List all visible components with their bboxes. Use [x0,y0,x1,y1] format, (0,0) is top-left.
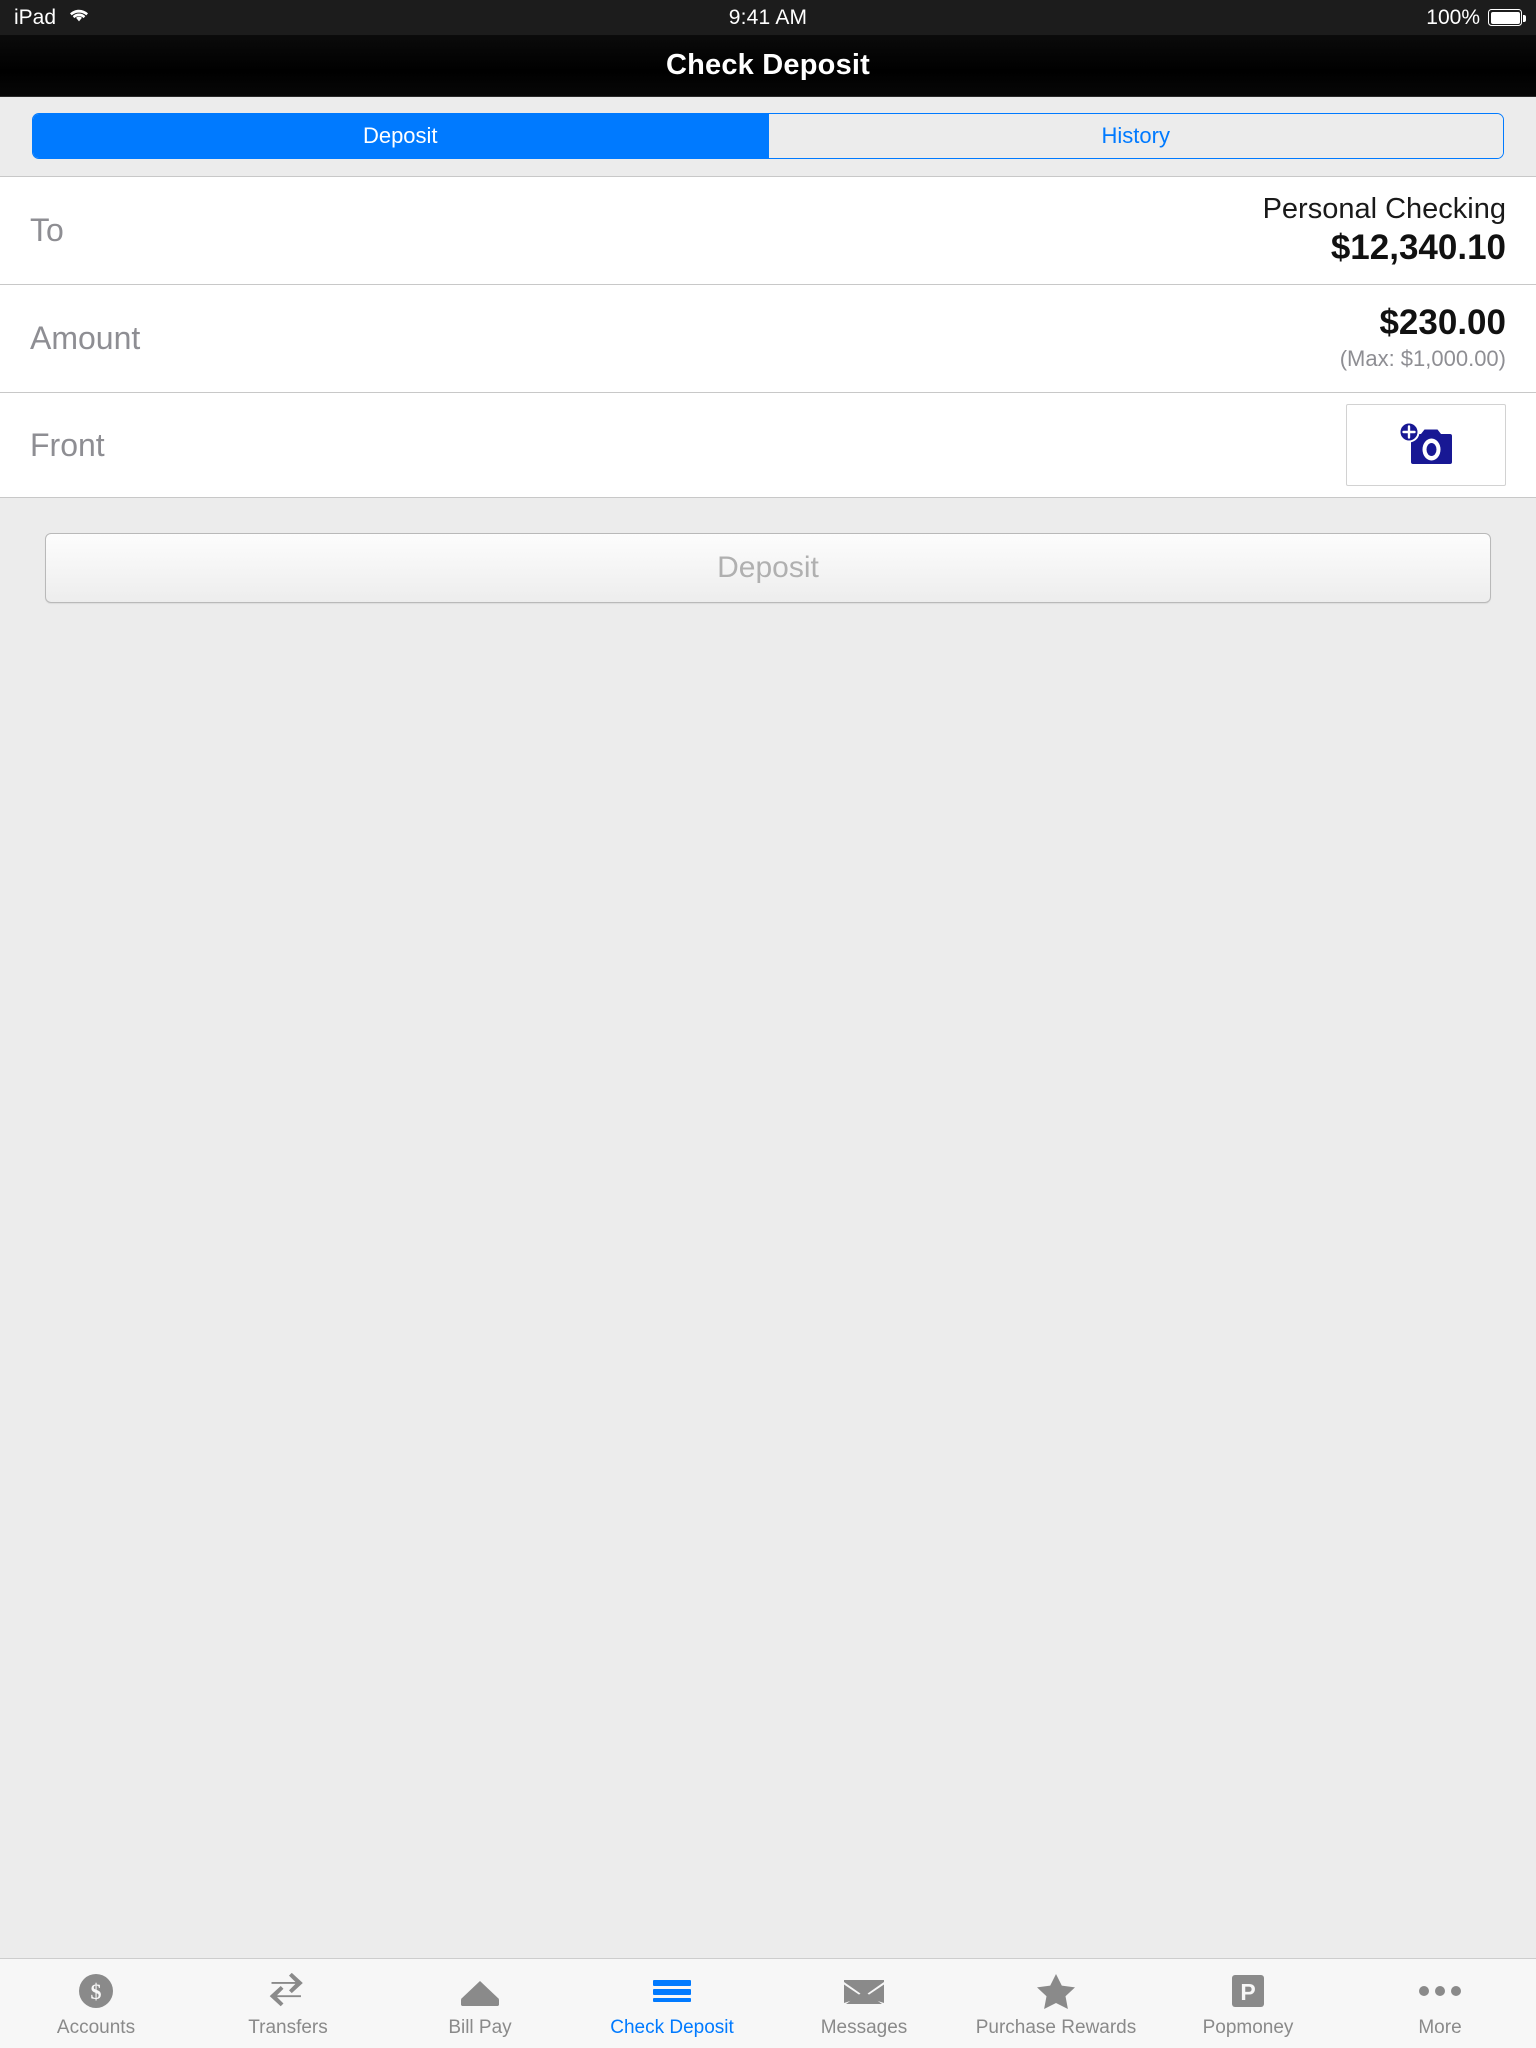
tab-bar-label-check-deposit: Check Deposit [610,2017,734,2038]
to-label: To [30,212,64,248]
to-value-group: Personal Checking $12,340.10 [1263,193,1506,269]
front-image-row[interactable]: Front [0,393,1536,498]
tab-bar-label-accounts: Accounts [56,2017,136,2038]
star-icon [1035,1970,1077,2012]
amount-value-group: $230.00 (Max: $1,000.00) [1340,303,1506,374]
tab-bar-item-check-deposit[interactable]: Check Deposit [576,1959,768,2048]
popmoney-p-icon: P [1229,1970,1267,2012]
segmented-control-container: Deposit History [0,97,1536,177]
app-screen: iPad 9:41 AM 100% Check Deposit Deposit [0,0,1536,2048]
to-account-name: Personal Checking [1262,192,1506,225]
transfer-arrows-icon [266,1970,310,2012]
tab-bar-item-purchase-rewards[interactable]: Purchase Rewards [960,1959,1152,2048]
to-account-row[interactable]: To Personal Checking $12,340.10 [0,177,1536,285]
deposit-submit-label: Deposit [717,551,819,584]
envelope-icon [841,1970,887,2012]
bottom-tab-bar: $ Accounts Transfers Bill Pay Check Depo… [0,1958,1536,2048]
tab-bar-label-transfers: Transfers [248,2017,328,2038]
front-label: Front [30,426,105,463]
amount-max-note: (Max: $1,000.00) [1339,346,1506,372]
tab-history[interactable]: History [767,114,1503,158]
tab-bar-item-popmoney[interactable]: P Popmoney [1152,1959,1344,2048]
deposit-form: To Personal Checking $12,340.10 Amount $… [0,177,1536,498]
deposit-submit-button[interactable]: Deposit [45,533,1491,603]
tab-deposit[interactable]: Deposit [33,114,768,158]
ellipsis-icon [1416,1970,1464,2012]
page-title: Check Deposit [665,49,871,81]
battery-full-icon [1488,9,1526,26]
tab-bar-item-messages[interactable]: Messages [768,1959,960,2048]
svg-text:$: $ [91,1979,102,2004]
tab-bar-label-purchase-rewards: Purchase Rewards [975,2017,1137,2038]
tab-bar-label-bill-pay: Bill Pay [448,2017,512,2038]
tab-bar-item-accounts[interactable]: $ Accounts [0,1959,192,2048]
svg-text:P: P [1240,1979,1255,2005]
amount-value: $230.00 [1379,303,1506,343]
status-bar-right: 100% [1426,5,1526,30]
tab-bar-item-more[interactable]: More [1344,1959,1536,2048]
camera-add-icon [1395,421,1457,468]
amount-label: Amount [30,320,141,356]
to-account-balance: $12,340.10 [1330,228,1506,268]
tab-bar-label-messages: Messages [820,2017,908,2038]
capture-front-button[interactable] [1346,404,1506,486]
envelope-stack-icon [457,1970,503,2012]
nav-bar: Check Deposit [0,35,1536,97]
tab-deposit-label: Deposit [362,123,438,148]
tab-bar-item-transfers[interactable]: Transfers [192,1959,384,2048]
battery-percent-label: 100% [1426,5,1480,29]
tab-history-label: History [1101,123,1170,148]
status-bar-time: 9:41 AM [728,5,808,29]
tab-bar-item-bill-pay[interactable]: Bill Pay [384,1959,576,2048]
amount-row[interactable]: Amount $230.00 (Max: $1,000.00) [0,285,1536,393]
check-lines-icon [649,1970,695,2012]
status-bar: iPad 9:41 AM 100% [0,0,1536,35]
dollar-circle-icon: $ [76,1970,116,2012]
tab-bar-label-more: More [1418,2017,1462,2038]
segmented-control[interactable]: Deposit History [32,113,1504,159]
content-area: Deposit [0,498,1536,1958]
tab-bar-label-popmoney: Popmoney [1202,2017,1294,2038]
